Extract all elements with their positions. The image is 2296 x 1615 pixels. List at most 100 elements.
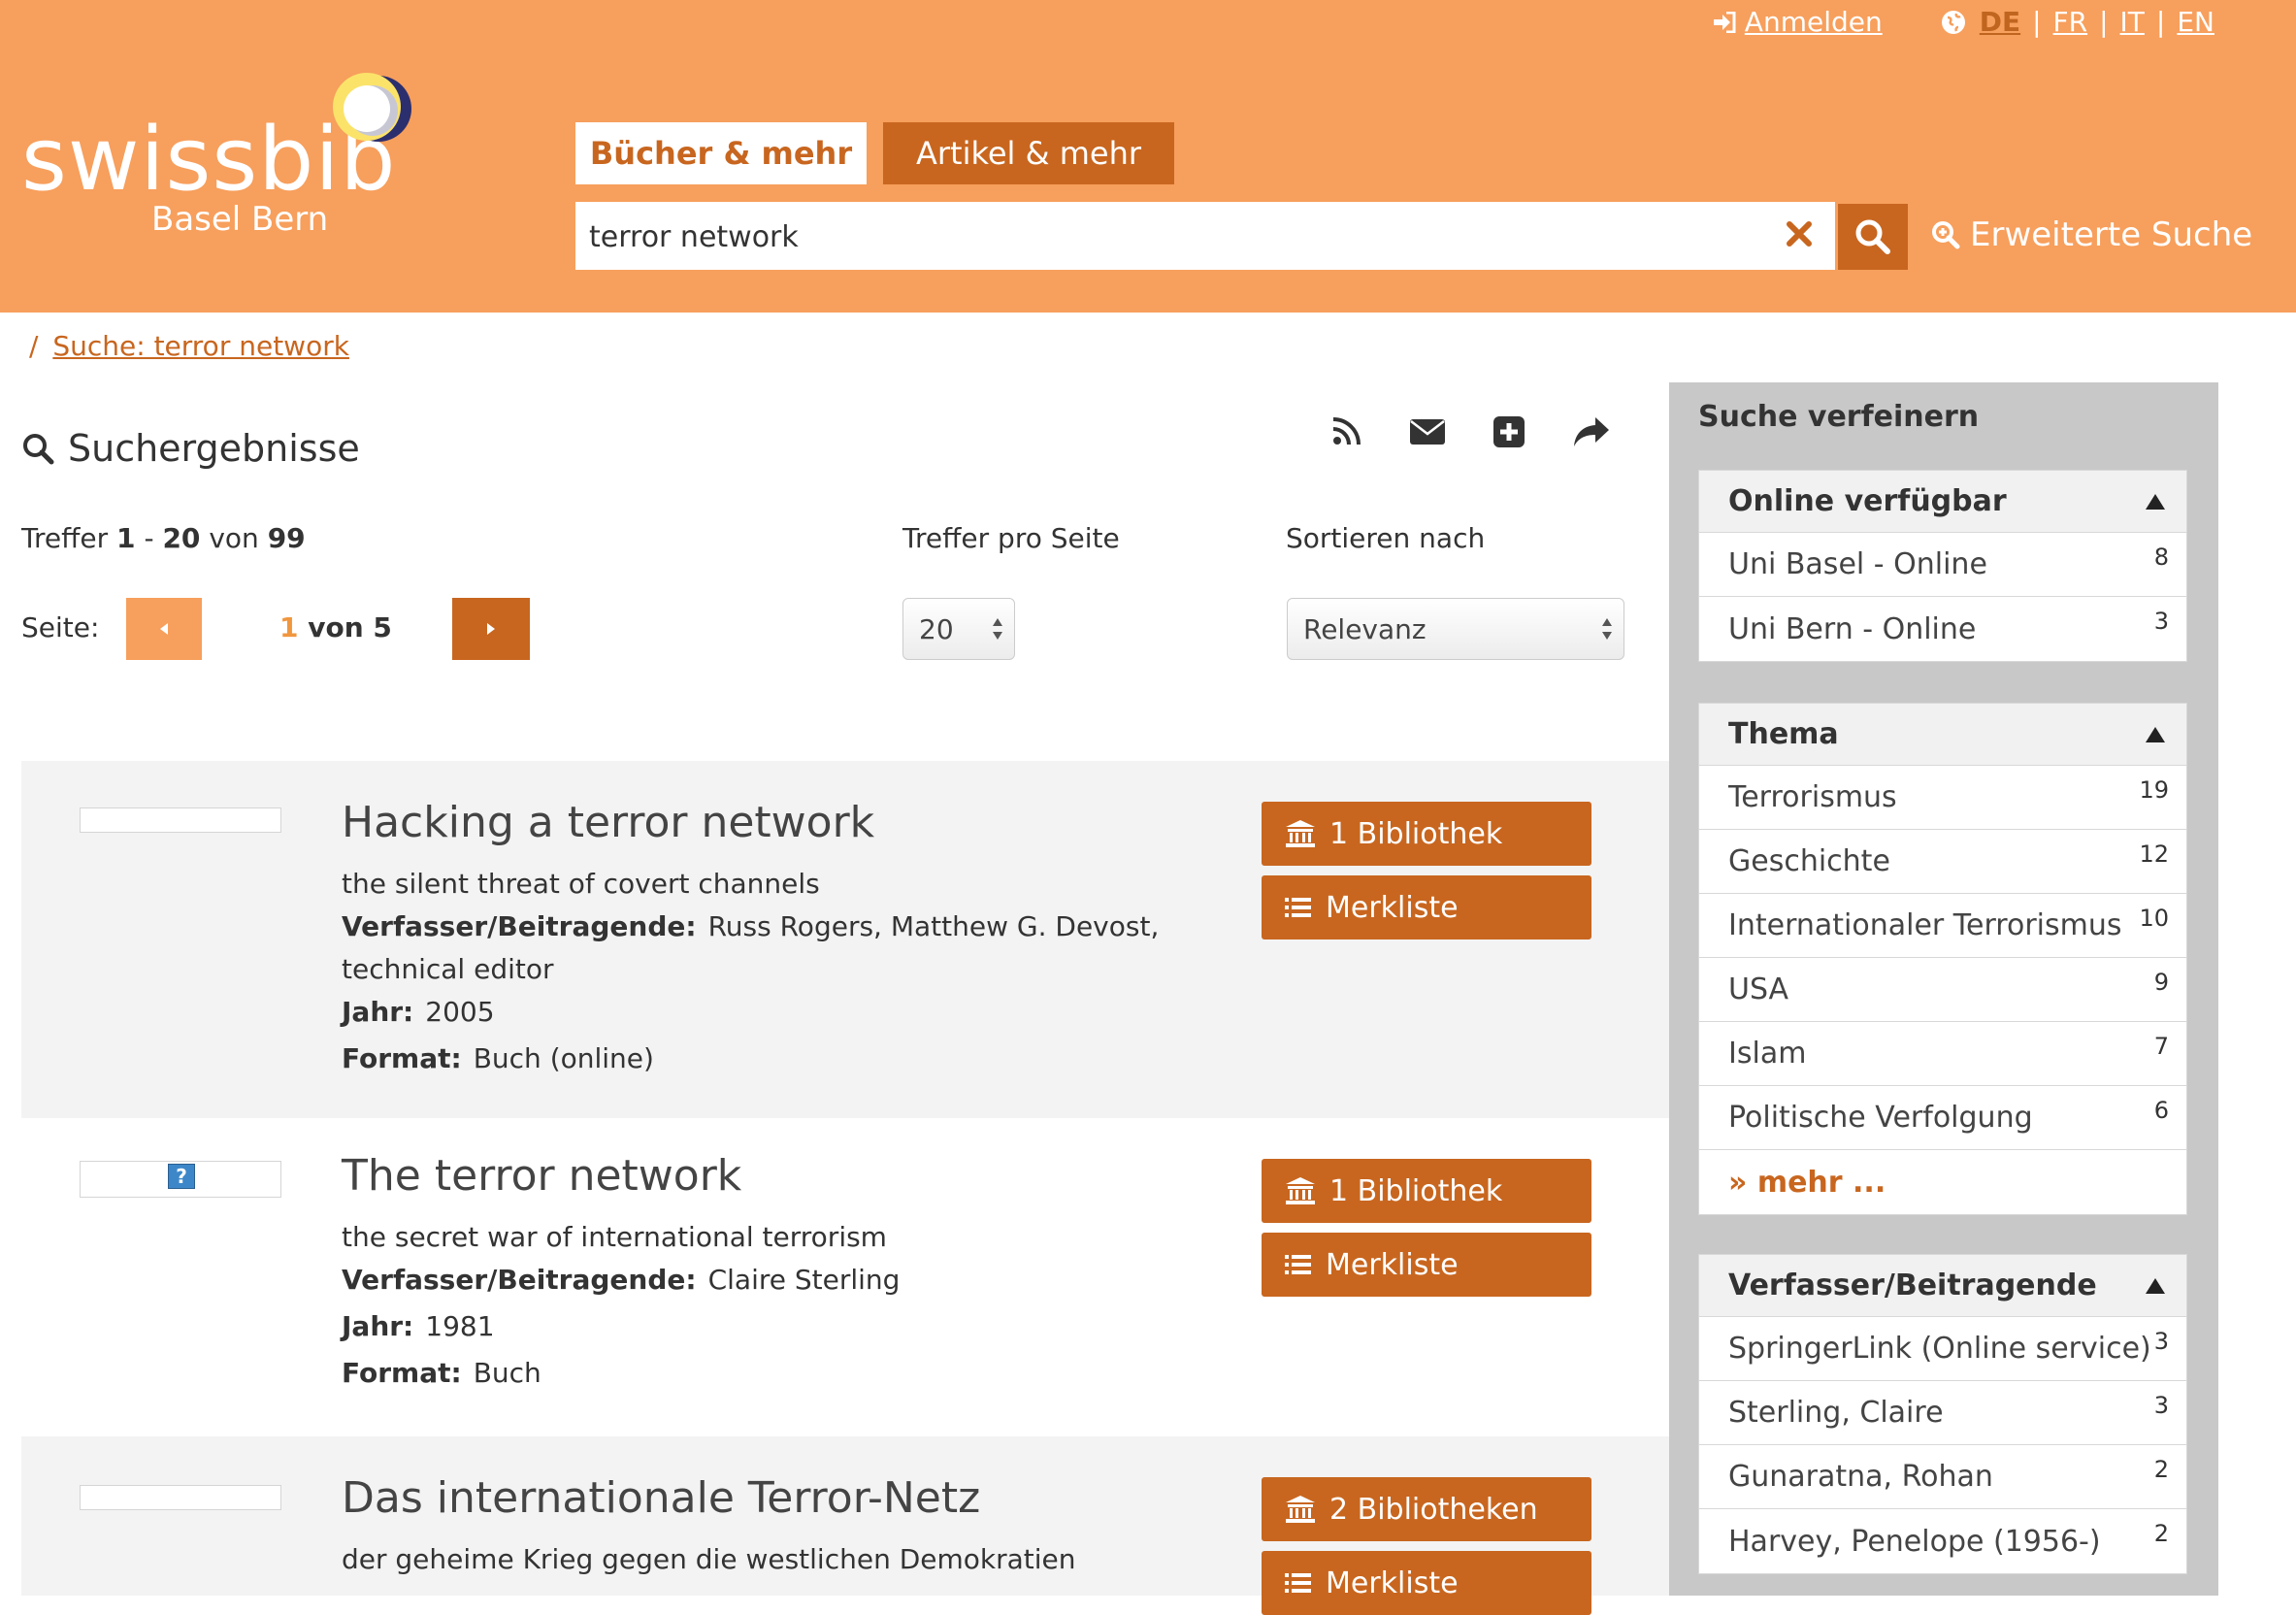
login-label[interactable]: Anmelden bbox=[1745, 6, 1883, 38]
tab-books[interactable]: Bücher & mehr bbox=[575, 122, 867, 184]
breadcrumb-separator: / bbox=[29, 330, 39, 362]
watchlist-button[interactable]: Merkliste bbox=[1262, 875, 1591, 939]
facet-item[interactable]: SpringerLink (Online service) 3 bbox=[1699, 1317, 2186, 1381]
watchlist-button[interactable]: Merkliste bbox=[1262, 1551, 1591, 1615]
facet-item-count: 8 bbox=[2153, 543, 2169, 571]
facet-item-label: Sterling, Claire bbox=[1728, 1396, 1944, 1430]
search-input[interactable] bbox=[587, 202, 1736, 272]
site-header: Anmelden DE | FR | IT | EN swissbib Base… bbox=[0, 0, 2296, 313]
hits-of: von bbox=[209, 522, 259, 554]
library-button[interactable]: 1 Bibliothek bbox=[1262, 802, 1591, 866]
result-authors-cont: technical editor bbox=[342, 953, 554, 985]
facet-item[interactable]: Islam 7 bbox=[1699, 1022, 2186, 1086]
facet-item[interactable]: Gunaratna, Rohan 2 bbox=[1699, 1445, 2186, 1509]
facet-item-count: 6 bbox=[2153, 1096, 2169, 1124]
facet-item[interactable]: USA 9 bbox=[1699, 958, 2186, 1022]
facet-item-label: Internationaler Terrorismus bbox=[1728, 908, 2122, 942]
cover-thumbnail: ? bbox=[80, 1161, 281, 1198]
search-icon bbox=[1855, 219, 1890, 254]
institution-icon bbox=[1286, 1177, 1315, 1204]
plus-square-icon[interactable] bbox=[1492, 415, 1525, 452]
lang-de[interactable]: DE bbox=[1980, 6, 2020, 38]
facet-item-label: Terrorismus bbox=[1728, 780, 1897, 814]
lang-separator: | bbox=[2099, 6, 2109, 38]
institution-icon bbox=[1286, 1496, 1315, 1523]
search-button[interactable] bbox=[1838, 204, 1908, 270]
lang-it[interactable]: IT bbox=[2120, 6, 2145, 38]
search-icon bbox=[23, 434, 54, 465]
facet-item[interactable]: Uni Basel - Online 8 bbox=[1699, 533, 2186, 597]
triangle-up-icon bbox=[2146, 493, 2165, 510]
result-title[interactable]: Hacking a terror network bbox=[342, 798, 874, 847]
facet-item[interactable]: Politische Verfolgung 6 bbox=[1699, 1086, 2186, 1150]
per-page-select[interactable]: 20 bbox=[902, 598, 1015, 660]
facet-item[interactable]: Geschichte 12 bbox=[1699, 830, 2186, 894]
triangle-up-icon bbox=[2146, 1277, 2165, 1294]
hits-dash: - bbox=[144, 522, 154, 554]
advanced-search-link[interactable]: Erweiterte Suche bbox=[1931, 215, 2252, 254]
breadcrumb: / Suche: terror network bbox=[29, 330, 349, 362]
lang-separator: | bbox=[2155, 6, 2166, 38]
cover-thumbnail bbox=[80, 808, 281, 833]
authors-value: Russ Rogers, Matthew G. Devost, bbox=[707, 910, 1160, 942]
facet-item-label: Uni Bern - Online bbox=[1728, 611, 1977, 646]
result-title[interactable]: The terror network bbox=[342, 1151, 741, 1201]
result-format: Format: Buch (online) bbox=[342, 1042, 654, 1074]
facet-item-count: 10 bbox=[2139, 904, 2169, 932]
result-subtitle: the secret war of international terroris… bbox=[342, 1221, 887, 1253]
facet-item[interactable]: Internationaler Terrorismus 10 bbox=[1699, 894, 2186, 958]
facet-item-label: Uni Basel - Online bbox=[1728, 547, 1987, 581]
select-arrows-icon bbox=[1602, 618, 1612, 640]
sort-select[interactable]: Relevanz bbox=[1287, 598, 1624, 660]
library-button[interactable]: 2 Bibliotheken bbox=[1262, 1477, 1591, 1541]
refine-sidebar: Suche verfeinern Online verfügbar Uni Ba… bbox=[1669, 382, 2218, 1596]
result-item: Hacking a terror network the silent thre… bbox=[21, 761, 1669, 1118]
facet-item-count: 3 bbox=[2153, 608, 2169, 635]
facet-more-link[interactable]: » mehr ... bbox=[1699, 1150, 2186, 1214]
facet-online: Online verfügbar Uni Basel - Online 8 Uni… bbox=[1698, 470, 2187, 662]
sort-value: Relevanz bbox=[1303, 612, 1427, 645]
authors-label: Verfasser/Beitragende: bbox=[342, 910, 697, 942]
caret-left-icon bbox=[160, 623, 168, 635]
result-year: Jahr: 1981 bbox=[342, 1310, 495, 1342]
envelope-icon[interactable] bbox=[1409, 415, 1446, 450]
year-label: Jahr: bbox=[342, 996, 414, 1028]
share-icon[interactable] bbox=[1572, 415, 1611, 452]
facet-header[interactable]: Online verfügbar bbox=[1699, 471, 2186, 533]
facet-item-count: 3 bbox=[2153, 1391, 2169, 1419]
facet-item[interactable]: Terrorismus 19 bbox=[1699, 766, 2186, 830]
facet-item-count: 12 bbox=[2139, 840, 2169, 868]
facet-header[interactable]: Verfasser/Beitragende bbox=[1699, 1255, 2186, 1317]
next-page-button[interactable] bbox=[452, 598, 530, 660]
result-authors: Verfasser/Beitragende: Claire Sterling bbox=[342, 1264, 900, 1296]
per-page-value: 20 bbox=[919, 612, 954, 645]
prev-page-button[interactable] bbox=[126, 598, 202, 660]
result-title[interactable]: Das internationale Terror-Netz bbox=[342, 1473, 980, 1523]
facet-heading: Online verfügbar bbox=[1728, 484, 2007, 518]
zoom-in-icon bbox=[1932, 221, 1960, 249]
page-total: von 5 bbox=[308, 611, 392, 643]
lang-en[interactable]: EN bbox=[2177, 6, 2214, 38]
cover-thumbnail bbox=[80, 1485, 281, 1510]
rss-icon[interactable] bbox=[1331, 415, 1362, 450]
lang-fr[interactable]: FR bbox=[2053, 6, 2088, 38]
login-link[interactable]: Anmelden bbox=[1712, 6, 1883, 38]
facet-header[interactable]: Thema bbox=[1699, 704, 2186, 766]
library-button-label: 2 Bibliotheken bbox=[1329, 1492, 1538, 1527]
page-indicator: 1 von 5 bbox=[279, 611, 392, 643]
library-button[interactable]: 1 Bibliothek bbox=[1262, 1159, 1591, 1223]
clear-search-icon[interactable] bbox=[1785, 219, 1814, 252]
watchlist-button[interactable]: Merkliste bbox=[1262, 1233, 1591, 1297]
facet-topic: Thema Terrorismus 19 Geschichte 12 Interna… bbox=[1698, 703, 2187, 1215]
facet-item-label: Politische Verfolgung bbox=[1728, 1101, 2033, 1135]
tab-articles[interactable]: Artikel & mehr bbox=[883, 122, 1174, 184]
results-heading-label: Suchergebnisse bbox=[68, 427, 360, 470]
per-page-label: Treffer pro Seite bbox=[902, 522, 1120, 554]
search-box bbox=[575, 202, 1835, 272]
breadcrumb-search-link[interactable]: Suche: terror network bbox=[52, 330, 349, 362]
facet-item-count: 9 bbox=[2153, 968, 2169, 996]
facet-item[interactable]: Sterling, Claire 3 bbox=[1699, 1381, 2186, 1445]
facet-item[interactable]: Uni Bern - Online 3 bbox=[1699, 597, 2186, 661]
result-authors: Verfasser/Beitragende: Russ Rogers, Matth… bbox=[342, 910, 1159, 942]
facet-item[interactable]: Harvey, Penelope (1956-) 2 bbox=[1699, 1509, 2186, 1573]
